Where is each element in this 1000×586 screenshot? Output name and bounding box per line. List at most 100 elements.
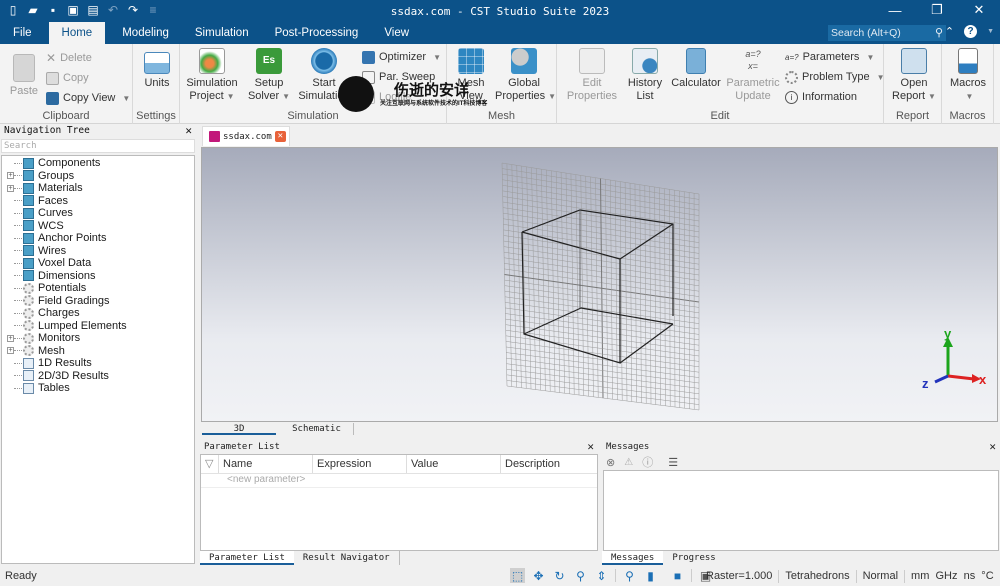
copy-button[interactable]: Copy [46, 69, 89, 87]
tree-item[interactable]: 2D/3D Results [2, 370, 194, 383]
tree-item[interactable]: Components [2, 157, 194, 170]
tree-item[interactable]: 1D Results [2, 357, 194, 370]
tree-item[interactable]: Anchor Points [2, 232, 194, 245]
tab-result-navigator[interactable]: Result Navigator [294, 551, 400, 565]
document-tab[interactable]: ssdax.com ✕ [202, 126, 290, 146]
tab-view[interactable]: View [371, 22, 422, 44]
message-list-icon[interactable]: ☰ [668, 456, 678, 469]
view-book-icon[interactable]: ▮ [643, 568, 658, 583]
tab-post-processing[interactable]: Post-Processing [262, 22, 372, 44]
history-list-button[interactable]: History List [625, 48, 665, 103]
warning-filter-icon[interactable]: ⚠ [624, 457, 633, 468]
expand-icon[interactable]: + [7, 347, 14, 355]
error-filter-icon[interactable]: ⊗ [606, 456, 615, 469]
tree-item[interactable]: Lumped Elements [2, 320, 194, 333]
units-button[interactable]: Units [138, 48, 176, 90]
start-simulation-button[interactable]: Start Simulation [298, 48, 350, 103]
parameters-button[interactable]: a=? Parameters ▼ [785, 48, 874, 66]
expand-icon[interactable]: + [7, 172, 14, 180]
navigation-search-input[interactable]: Search [1, 139, 195, 153]
tab-messages[interactable]: Messages [602, 551, 664, 565]
tab-parameter-list[interactable]: Parameter List [200, 551, 294, 565]
expand-icon[interactable]: + [7, 184, 14, 192]
help-icon[interactable]: ? [964, 25, 978, 38]
tab-modeling[interactable]: Modeling [109, 22, 182, 44]
zoom-fit-icon[interactable]: ⚲ [622, 568, 637, 583]
delete-icon: ✕ [46, 51, 57, 65]
mesh-view-button[interactable]: Mesh View [451, 48, 491, 103]
help-dropdown-icon[interactable]: ▼ [987, 28, 994, 35]
raster-value[interactable]: Raster=1.000 [706, 570, 772, 583]
macros-button[interactable]: Macros ▼ [946, 48, 990, 103]
parametric-update-button[interactable]: a=? x= Parametric Update [725, 48, 781, 103]
copy-view-button[interactable]: Copy View ▼ [46, 89, 130, 107]
tree-item[interactable]: + Groups [2, 170, 194, 183]
tree-item[interactable]: Tables [2, 382, 194, 395]
restore-button[interactable]: ❐ [916, 0, 958, 20]
3d-viewport[interactable]: y x z [201, 147, 998, 422]
units-display[interactable]: mm GHz ns °C [911, 570, 994, 583]
tree-item[interactable]: Curves [2, 207, 194, 220]
tab-simulation[interactable]: Simulation [182, 22, 262, 44]
tree-item[interactable]: + Monitors [2, 332, 194, 345]
setup-solver-button[interactable]: Es Setup Solver ▼ [246, 48, 292, 103]
tree-item[interactable]: Field Gradings [2, 295, 194, 308]
tree-item[interactable]: Faces [2, 195, 194, 208]
logfile-button[interactable]: Logfile [362, 88, 411, 106]
search-input[interactable]: Search (Alt+Q) ⚲ [828, 25, 946, 41]
paste-label: Paste [9, 85, 39, 97]
problem-type-button[interactable]: Problem Type ▼ [785, 68, 885, 86]
search-icon[interactable]: ⚲ [935, 25, 943, 41]
parameters-label: Parameters [802, 51, 860, 63]
render-mode[interactable]: Normal [863, 570, 898, 583]
calculator-button[interactable]: Calculator [671, 48, 721, 90]
par-sweep-button[interactable]: Par. Sweep [362, 68, 435, 86]
tab-3d[interactable]: 3D [202, 423, 276, 435]
information-button[interactable]: i Information [785, 88, 857, 106]
view-cube-icon[interactable]: ■ [670, 568, 685, 583]
tab-file[interactable]: File [0, 22, 45, 44]
column-name[interactable]: Name [219, 455, 313, 473]
tab-progress[interactable]: Progress [663, 551, 724, 565]
collapse-ribbon-icon[interactable]: ⌃ [945, 25, 954, 38]
delete-button[interactable]: ✕ Delete [46, 49, 92, 67]
tab-home[interactable]: Home [48, 22, 106, 44]
close-icon[interactable]: ✕ [989, 440, 996, 454]
rotate-tool-icon[interactable]: ↻ [552, 568, 567, 583]
tree-item[interactable]: Voxel Data [2, 257, 194, 270]
zoom-tool-icon[interactable]: ⚲ [573, 568, 588, 583]
info-filter-icon[interactable]: ⓘ [642, 454, 653, 470]
paste-button[interactable]: Paste [6, 48, 42, 98]
tree-item[interactable]: Potentials [2, 282, 194, 295]
edit-properties-button[interactable]: Edit Properties [565, 48, 619, 103]
tree-item[interactable]: Charges [2, 307, 194, 320]
close-icon[interactable]: ✕ [185, 124, 192, 138]
tree-item[interactable]: + Mesh [2, 345, 194, 358]
tree-item[interactable]: + Materials [2, 182, 194, 195]
global-properties-button[interactable]: Global Properties ▼ [495, 48, 556, 103]
open-report-button[interactable]: Open Report ▼ [892, 48, 936, 103]
simulation-project-button[interactable]: Simulation Project ▼ [184, 48, 240, 103]
move-tool-icon[interactable]: ⇕ [594, 568, 609, 583]
tree-item[interactable]: Dimensions [2, 270, 194, 283]
settings-group: Units Settings [133, 44, 180, 124]
close-tab-icon[interactable]: ✕ [274, 131, 286, 142]
tree-item[interactable]: Wires [2, 245, 194, 258]
close-icon[interactable]: ✕ [587, 440, 594, 454]
column-expression[interactable]: Expression [313, 455, 407, 473]
window-title: ssdax.com - CST Studio Suite 2023 [390, 5, 610, 18]
close-button[interactable]: ✕ [958, 0, 1000, 20]
tree-item-label: Tables [38, 382, 70, 395]
column-description[interactable]: Description [501, 455, 597, 473]
tab-schematic[interactable]: Schematic [280, 423, 354, 435]
optimizer-button[interactable]: Optimizer ▼ [362, 48, 441, 66]
pan-tool-icon[interactable]: ✥ [531, 568, 546, 583]
column-value[interactable]: Value [407, 455, 501, 473]
filter-icon[interactable]: ▽ [201, 455, 219, 473]
tree-item[interactable]: WCS [2, 220, 194, 233]
select-tool-icon[interactable]: ⬚ [510, 568, 525, 583]
expand-icon[interactable]: + [7, 334, 14, 342]
mesh-type[interactable]: Tetrahedrons [785, 570, 849, 583]
minimize-button[interactable]: — [874, 0, 916, 20]
new-parameter-row[interactable]: <new parameter> [227, 474, 305, 485]
